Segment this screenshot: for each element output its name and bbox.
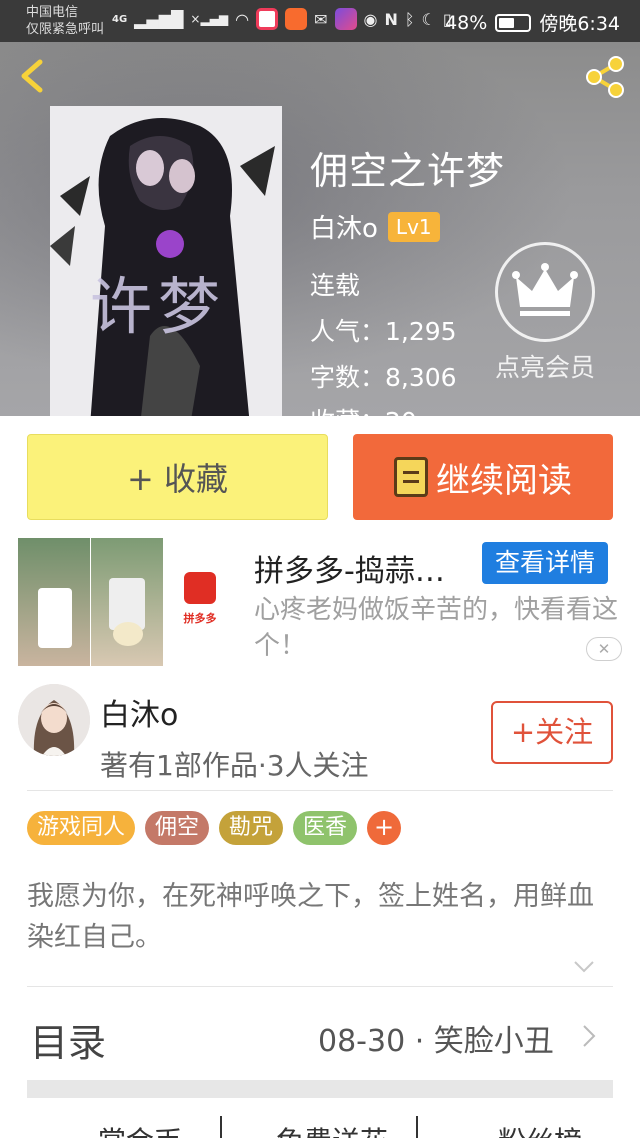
popularity: 人气：1,295: [310, 317, 457, 346]
share-icon[interactable]: [582, 54, 628, 100]
app-notification-icon: [256, 8, 279, 30]
word-count: 字数：8,306: [310, 363, 457, 392]
tab-separator: [220, 1116, 222, 1138]
moon-icon: ☾: [421, 9, 436, 29]
tag-item[interactable]: 勘咒: [219, 811, 284, 845]
wechat-icon: ✉: [314, 9, 328, 29]
favorites-count: 收藏：20: [310, 402, 417, 416]
level-badge: Lv1: [387, 211, 440, 242]
book-intro[interactable]: 我愿为你，在死神呼唤之下，签上姓名，用鲜血染红自己。: [27, 876, 617, 958]
vip-activate[interactable]: 点亮会员: [490, 242, 600, 384]
cover-title: 许梦: [90, 270, 227, 343]
collect-label: + 收藏: [127, 460, 228, 498]
serial-status: 连载: [310, 271, 361, 300]
network-type: 4G: [112, 13, 128, 25]
crown-icon: [495, 242, 595, 342]
vip-label: 点亮会员: [494, 353, 595, 382]
book-cover[interactable]: 许梦: [50, 106, 282, 416]
pinduoduo-logo-icon: [184, 572, 216, 604]
author-card-name[interactable]: 白沐o: [100, 690, 178, 734]
divider: [27, 790, 613, 791]
status-bar: 中国电信 仅限紧急呼叫 4G ▂▄▆█ ×▂▄▆ ◠ ✉ ◉ N ᛒ ☾ ▯ 4…: [0, 0, 640, 42]
chevron-right-icon[interactable]: [582, 1024, 596, 1048]
continue-reading-button[interactable]: 继续阅读: [353, 434, 613, 520]
author-row: 白沐o Lv1: [310, 208, 440, 245]
signal-off-icon: ×▂▄▆: [190, 12, 229, 26]
ad-logo-text: 拼多多: [183, 612, 217, 625]
status-icons: 4G ▂▄▆█ ×▂▄▆ ◠ ✉ ◉ N ᛒ ☾ ▯: [112, 8, 452, 30]
tag-item[interactable]: 佣空: [145, 811, 210, 845]
author-name[interactable]: 白沐o: [310, 208, 378, 245]
battery-percent: 48%: [445, 11, 488, 34]
music-app-icon: [334, 8, 357, 30]
ad-photo-2: [91, 538, 163, 666]
read-label: 继续阅读: [436, 460, 572, 501]
latest-chapter[interactable]: 08-30 · 笑脸小丑: [318, 1016, 554, 1060]
bluetooth-icon: ᛒ: [404, 9, 415, 29]
author-avatar[interactable]: [18, 684, 90, 756]
ad-photo-1: [18, 538, 90, 666]
nfc-icon: N: [384, 9, 398, 29]
add-tag-button[interactable]: +: [367, 811, 402, 845]
ad-title[interactable]: 拼多多-捣蒜神器: [254, 546, 469, 590]
follow-button[interactable]: +关注: [491, 701, 613, 764]
chevron-down-icon[interactable]: [573, 960, 595, 974]
tag-item[interactable]: 医香: [293, 811, 358, 845]
status-right: 48% 傍晚6:34: [445, 9, 620, 36]
author-stats: 著有1部作品·3人关注: [100, 749, 369, 782]
battery-icon: [495, 13, 532, 32]
book-header: 许梦 佣空之许梦 白沐o Lv1 连载 人气：1,295 字数：8,306 收藏…: [0, 42, 640, 416]
clock: 傍晚6:34: [539, 13, 620, 35]
back-icon[interactable]: [14, 56, 54, 96]
ad-close-icon[interactable]: ✕: [586, 637, 622, 661]
tab-separator: [416, 1116, 418, 1138]
section-separator: [27, 1080, 613, 1098]
carrier-info: 中国电信 仅限紧急呼叫: [26, 4, 104, 38]
eye-comfort-icon: ◉: [363, 9, 378, 29]
ad-details-button[interactable]: 查看详情: [482, 542, 608, 584]
ad-description: 心疼老妈做饭辛苦的，快看看这个！: [254, 595, 619, 661]
video-app-icon: [285, 8, 308, 30]
bottom-tab-bar: 赏金币 免费送花 粉丝榜: [0, 1112, 640, 1138]
tag-item[interactable]: 游戏同人: [27, 811, 136, 845]
tab-free-flowers[interactable]: 免费送花: [276, 1120, 388, 1138]
wifi-icon: ◠: [235, 9, 250, 29]
signal-icon: ▂▄▆█: [134, 9, 184, 29]
book-icon: [394, 457, 428, 497]
divider: [27, 986, 613, 987]
book-title: 佣空之许梦: [310, 149, 506, 193]
emergency-only: 仅限紧急呼叫: [26, 22, 105, 37]
ad-image[interactable]: 拼多多: [18, 538, 236, 666]
tab-coins[interactable]: 赏金币: [98, 1120, 182, 1138]
ad-logo-panel: 拼多多: [164, 538, 236, 666]
carrier-name: 中国电信: [26, 5, 79, 20]
tag-list: 游戏同人 佣空 勘咒 医香 +: [27, 811, 402, 845]
tab-fan-ranking[interactable]: 粉丝榜: [498, 1120, 582, 1138]
collect-button[interactable]: + 收藏: [27, 434, 328, 520]
toc-label[interactable]: 目录: [30, 1012, 106, 1067]
